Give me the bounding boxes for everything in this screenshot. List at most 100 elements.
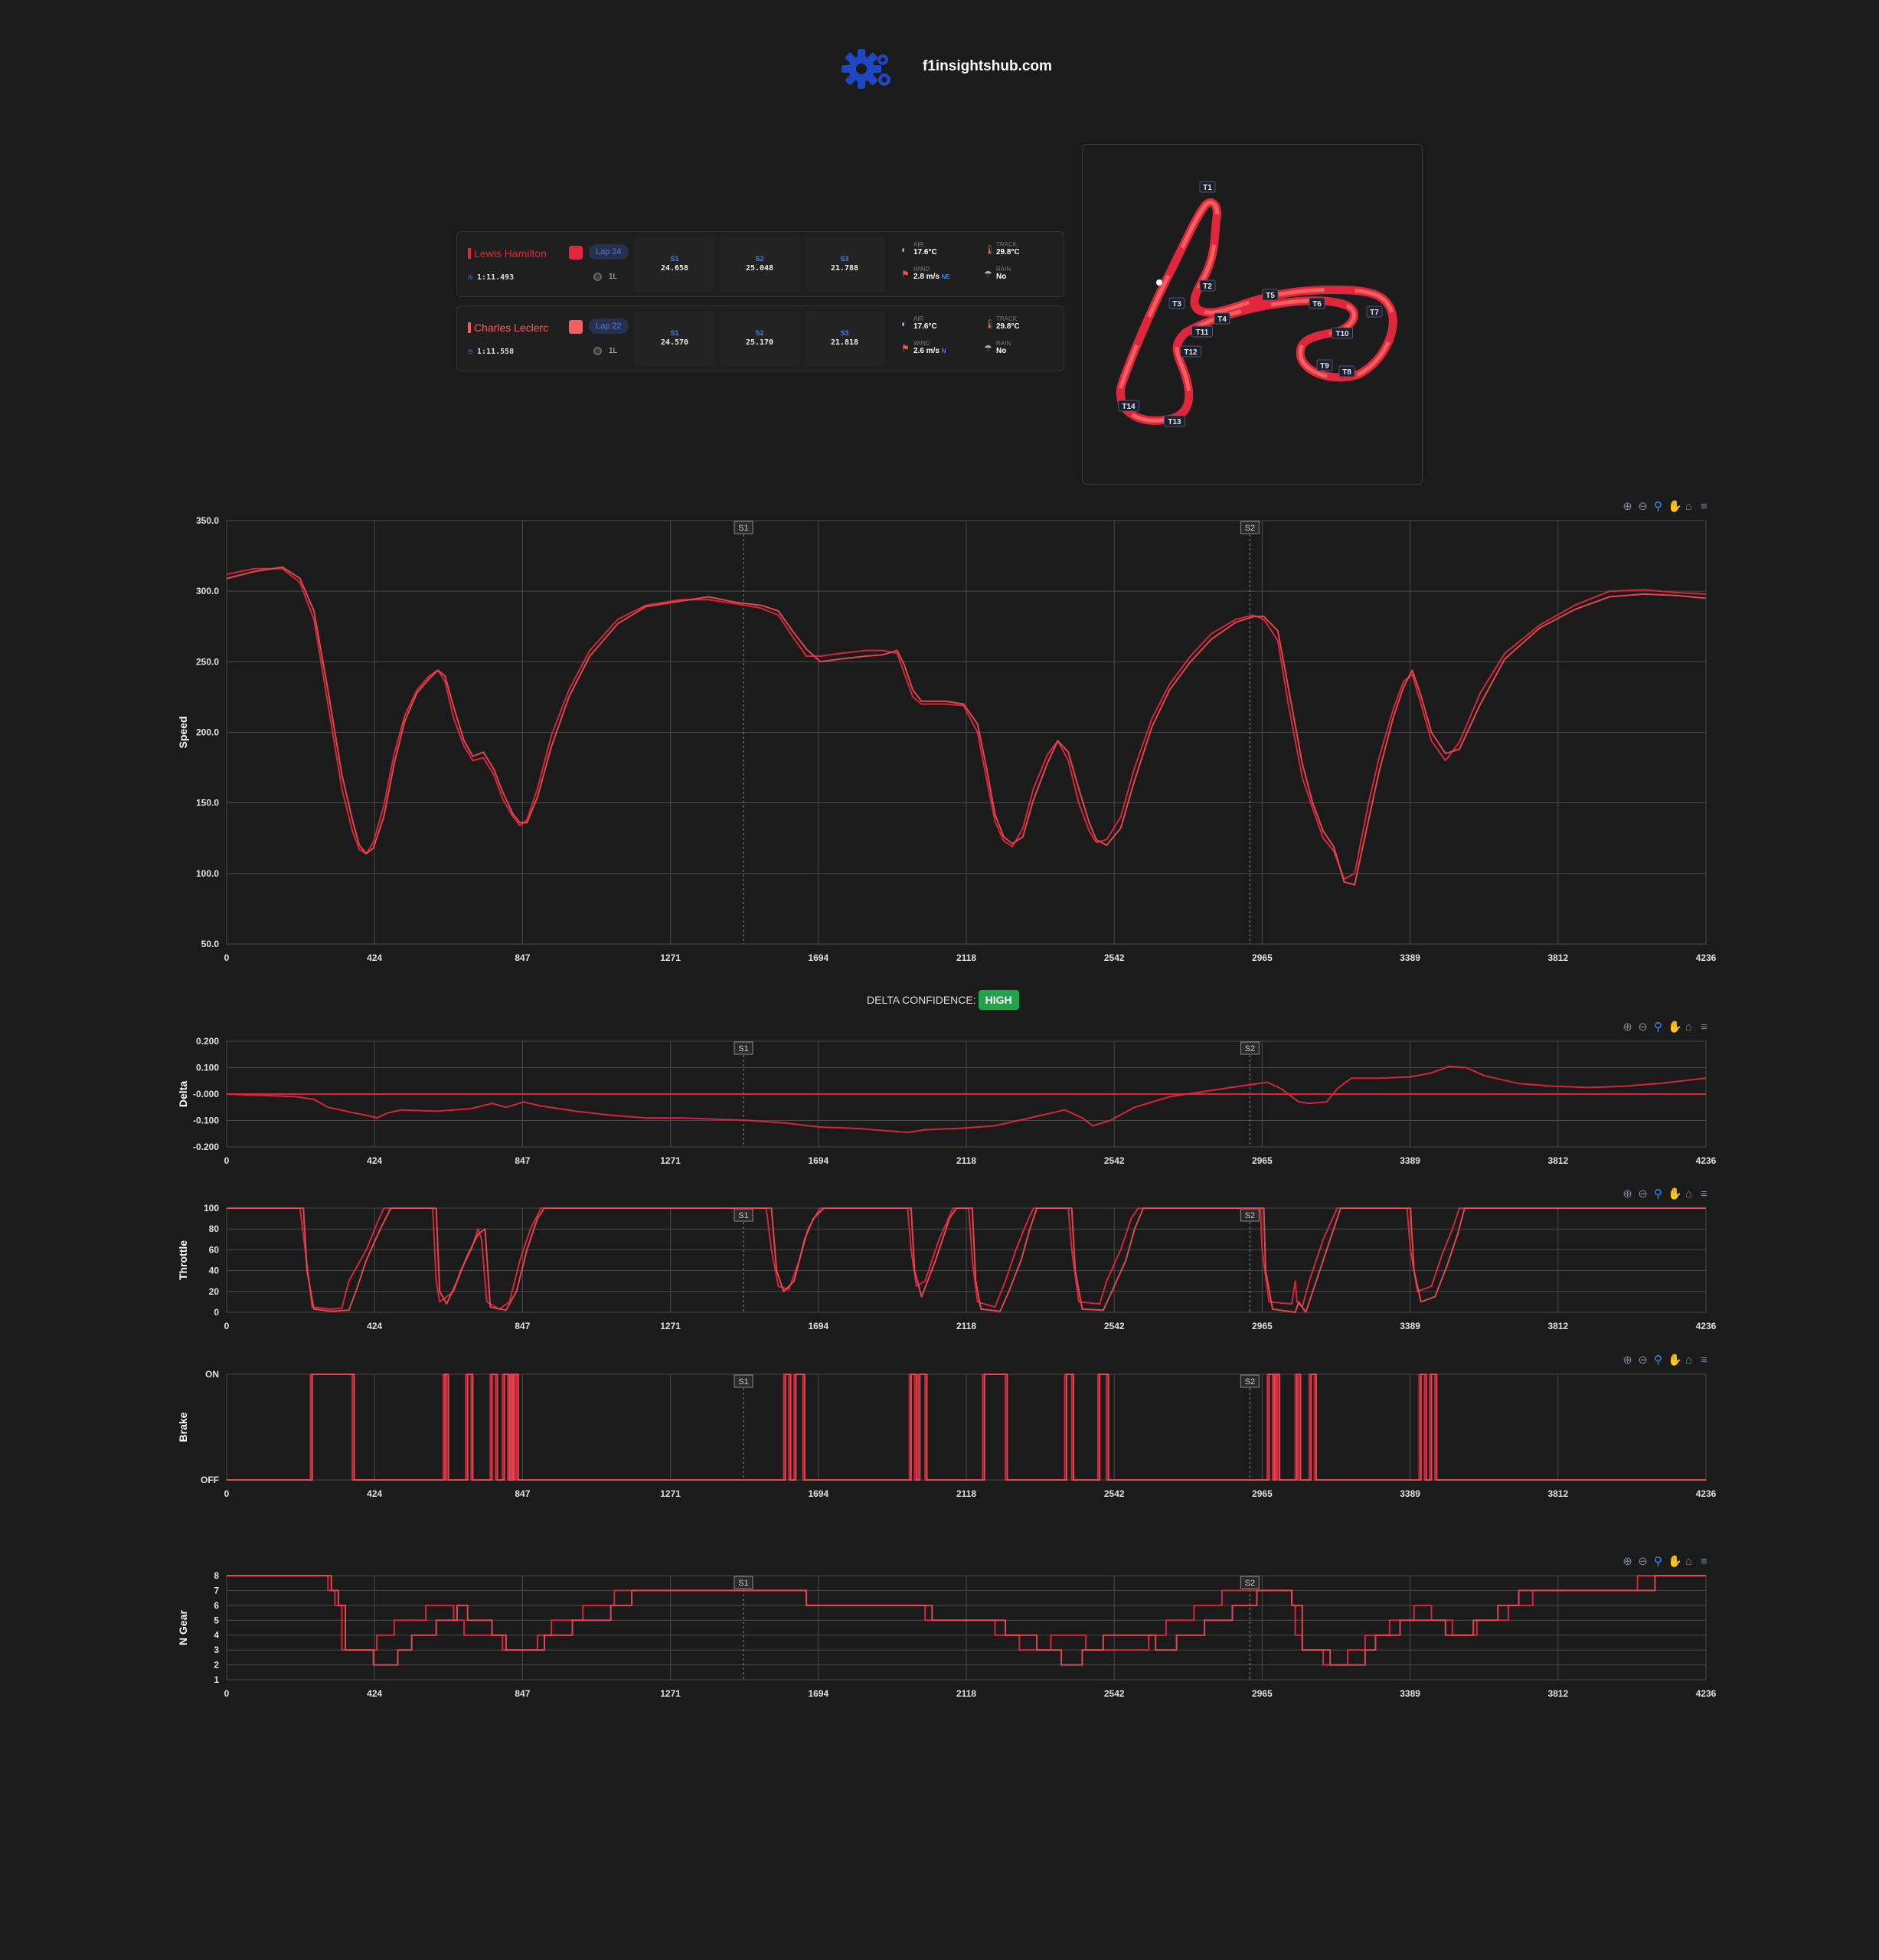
pan-icon[interactable]: ✋ — [1668, 499, 1683, 513]
delta-chart[interactable]: 0 424 847 1271 1694 2118 2542 2965 3389 3812 4236 0… — [0, 1018, 1879, 1171]
zoom-in-icon[interactable]: ⊕ — [1622, 1020, 1637, 1034]
driver-color-swatch[interactable] — [569, 320, 583, 334]
zoom-select-icon[interactable]: ⚲ — [1652, 1020, 1668, 1034]
sector-label: S1 — [670, 329, 679, 337]
zoom-out-icon[interactable]: ⊖ — [1637, 1187, 1652, 1200]
x-tick-label: 3812 — [1547, 952, 1568, 963]
y-axis-label: Speed — [177, 716, 189, 748]
home-icon[interactable]: ⌂ — [1683, 1187, 1698, 1200]
rain-value: No — [996, 273, 1007, 281]
menu-icon[interactable]: ≡ — [1698, 1021, 1714, 1034]
y-tick-label: 1 — [214, 1674, 219, 1685]
lap-badge[interactable]: Lap 22 — [589, 318, 629, 334]
zoom-select-icon[interactable]: ⚲ — [1652, 499, 1668, 513]
home-icon[interactable]: ⌂ — [1683, 1021, 1698, 1034]
gear-chart-svg[interactable]: 0 424 847 1271 1694 2118 2542 2965 3389 3812 42368… — [0, 1553, 1879, 1706]
x-tick-label: 2118 — [956, 1688, 976, 1699]
header: f1insightshub.com — [0, 38, 1879, 100]
menu-icon[interactable]: ≡ — [1698, 1354, 1714, 1367]
site-name[interactable]: f1insightshub.com — [923, 58, 1052, 75]
x-tick-label: 3389 — [1400, 952, 1420, 963]
corner-label-t14: T14 — [1118, 400, 1139, 412]
pan-icon[interactable]: ✋ — [1668, 1554, 1683, 1568]
home-icon[interactable]: ⌂ — [1683, 500, 1698, 513]
zoom-select-icon[interactable]: ⚲ — [1652, 1353, 1668, 1367]
delta-chart-svg[interactable]: 0 424 847 1271 1694 2118 2542 2965 3389 3812 4236 0… — [0, 1018, 1879, 1171]
sector-value: 25.048 — [745, 264, 774, 273]
y-tick-label: 0.100 — [196, 1063, 219, 1073]
corner-label-t5: T5 — [1262, 289, 1279, 301]
zoom-select-icon[interactable]: ⚲ — [1652, 1187, 1668, 1200]
speed-chart-svg[interactable]: 0 424 847 1271 1694 2118 2542 2965 3389 3812 4236 3… — [0, 490, 1879, 965]
gear-chart[interactable]: 0 424 847 1271 1694 2118 2542 2965 3389 3812 4236 8… — [0, 1553, 1879, 1706]
delta-confidence-badge: HIGH — [978, 990, 1019, 1010]
x-tick-label: 847 — [515, 1155, 530, 1166]
pan-icon[interactable]: ✋ — [1668, 1020, 1683, 1034]
tyre-value: 1L — [609, 347, 618, 355]
menu-icon[interactable]: ≡ — [1698, 1555, 1714, 1568]
x-tick-label: 2118 — [956, 1321, 976, 1331]
y-tick-label: 20 — [209, 1286, 220, 1297]
y-axis-label: Throttle — [177, 1240, 189, 1280]
lap-badge[interactable]: Lap 24 — [589, 244, 629, 260]
corner-label-t3: T3 — [1168, 297, 1185, 309]
corner-label-t11: T11 — [1191, 325, 1213, 338]
track-label: TRACK — [996, 241, 1018, 248]
weather-rain: ☂ RAIN No — [984, 266, 1011, 281]
track-map[interactable]: T1 T2 T3 T4 T5 T6 T7 T8 T9 T10 T11 T12 T13 T14 — [1083, 145, 1422, 484]
car-position-marker[interactable] — [1156, 279, 1162, 286]
menu-icon[interactable]: ≡ — [1698, 1187, 1714, 1200]
rain-label: RAIN — [996, 266, 1011, 273]
zoom-in-icon[interactable]: ⊕ — [1622, 1187, 1637, 1200]
speed-chart[interactable]: 0 424 847 1271 1694 2118 2542 2965 3389 3812 4236 3… — [0, 490, 1879, 965]
x-tick-label: 2965 — [1252, 1488, 1273, 1499]
thermometer-sun-icon: ◐ — [901, 318, 907, 329]
home-icon[interactable]: ⌂ — [1683, 1555, 1698, 1568]
throttle-chart[interactable]: 0 424 847 1271 1694 2118 2542 2965 3389 3812 4236 1… — [0, 1185, 1879, 1338]
thermometer-sun-icon: ◐ — [901, 244, 907, 255]
pan-icon[interactable]: ✋ — [1668, 1353, 1683, 1367]
brake-chart[interactable]: 0 424 847 1271 1694 2118 2542 2965 3389 3812 4236 O… — [0, 1351, 1879, 1504]
x-tick-label: 1271 — [660, 952, 681, 963]
zoom-in-icon[interactable]: ⊕ — [1622, 1353, 1637, 1367]
wind-speed: 2.8 m/s NE — [913, 273, 950, 281]
y-tick-label: 300.0 — [196, 586, 219, 596]
y-axis-label: Delta — [177, 1081, 189, 1107]
x-tick-label: 2965 — [1252, 1688, 1273, 1699]
zoom-in-icon[interactable]: ⊕ — [1622, 1554, 1637, 1568]
menu-icon[interactable]: ≡ — [1698, 500, 1714, 513]
sector-value: 21.818 — [830, 338, 859, 347]
driver-color-swatch[interactable] — [569, 246, 583, 260]
zoom-in-icon[interactable]: ⊕ — [1622, 499, 1637, 513]
zoom-out-icon[interactable]: ⊖ — [1637, 499, 1652, 513]
track-map-panel[interactable]: T1 T2 T3 T4 T5 T6 T7 T8 T9 T10 T11 T12 T13 T14 — [1082, 144, 1423, 485]
brake-chart-svg[interactable]: 0 424 847 1271 1694 2118 2542 2965 3389 3812 4236 O… — [0, 1351, 1879, 1504]
x-tick-label: 0 — [224, 952, 230, 963]
sector-1: S1 24.570 — [635, 311, 714, 366]
zoom-select-icon[interactable]: ⚲ — [1652, 1554, 1668, 1568]
zoom-out-icon[interactable]: ⊖ — [1637, 1020, 1652, 1034]
sector-marker-label: S2 — [1245, 1579, 1255, 1588]
x-tick-label: 0 — [224, 1488, 230, 1499]
sector-marker-label: S1 — [738, 524, 748, 533]
gear-logo-icon — [841, 49, 890, 89]
umbrella-icon: ☂ — [984, 343, 992, 354]
x-tick-label: 0 — [224, 1155, 230, 1166]
home-icon[interactable]: ⌂ — [1683, 1354, 1698, 1367]
x-tick-label: 2542 — [1104, 1155, 1125, 1166]
tyre-icon — [593, 347, 602, 355]
pan-icon[interactable]: ✋ — [1668, 1187, 1683, 1200]
weather-wind: ⚑ WIND 2.6 m/s N — [901, 340, 946, 355]
x-tick-label: 847 — [515, 1488, 530, 1499]
wind-direction: NE — [941, 273, 950, 280]
corner-label-t9: T9 — [1316, 359, 1333, 371]
x-tick-label: 3812 — [1547, 1155, 1568, 1166]
y-tick-label: 3 — [214, 1645, 219, 1655]
zoom-out-icon[interactable]: ⊖ — [1637, 1353, 1652, 1367]
zoom-out-icon[interactable]: ⊖ — [1637, 1554, 1652, 1568]
x-tick-label: 3812 — [1547, 1688, 1568, 1699]
throttle-chart-svg[interactable]: 0 424 847 1271 1694 2118 2542 2965 3389 3812 4236 1… — [0, 1185, 1879, 1338]
sector-3: S3 21.818 — [805, 311, 884, 366]
tyre-icon — [593, 273, 602, 281]
sector-marker-label: S1 — [738, 1211, 748, 1220]
